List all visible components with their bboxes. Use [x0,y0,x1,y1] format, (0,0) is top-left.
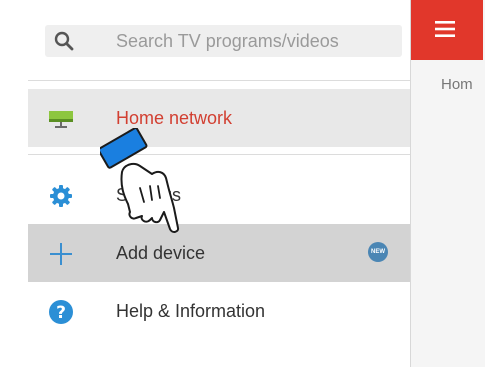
menu-item-label: Home network [116,108,233,128]
menu-button[interactable] [411,0,483,60]
menu-item-label: Add device [116,243,206,263]
breadcrumb: Hom [441,76,473,93]
network-icon [48,106,74,132]
navigation-drawer: Search TV programs/videos Home network A… [0,0,410,367]
main-content-peek: Hom [410,0,485,367]
hamburger-icon [435,21,455,37]
svg-text:?: ? [56,303,66,323]
menu-item-label: Help & Information [116,301,266,321]
menu-item-help-information[interactable]: ? Help & Information [28,282,410,340]
divider [28,80,410,81]
help-icon: ? [48,299,74,325]
pointing-hand-icon [97,127,190,238]
plus-icon [48,241,74,267]
search-bar[interactable]: Search TV programs/videos [45,25,402,57]
menu-item-settings[interactable]: Settings [28,166,410,224]
search-icon [53,30,75,52]
menu-item-home-network[interactable]: Home network [28,89,410,147]
menu-item-add-device[interactable]: Add device NEW [28,224,410,282]
search-placeholder: Search TV programs/videos [116,31,339,51]
divider [28,154,410,155]
gear-icon [48,183,74,209]
new-badge: NEW [368,242,388,262]
